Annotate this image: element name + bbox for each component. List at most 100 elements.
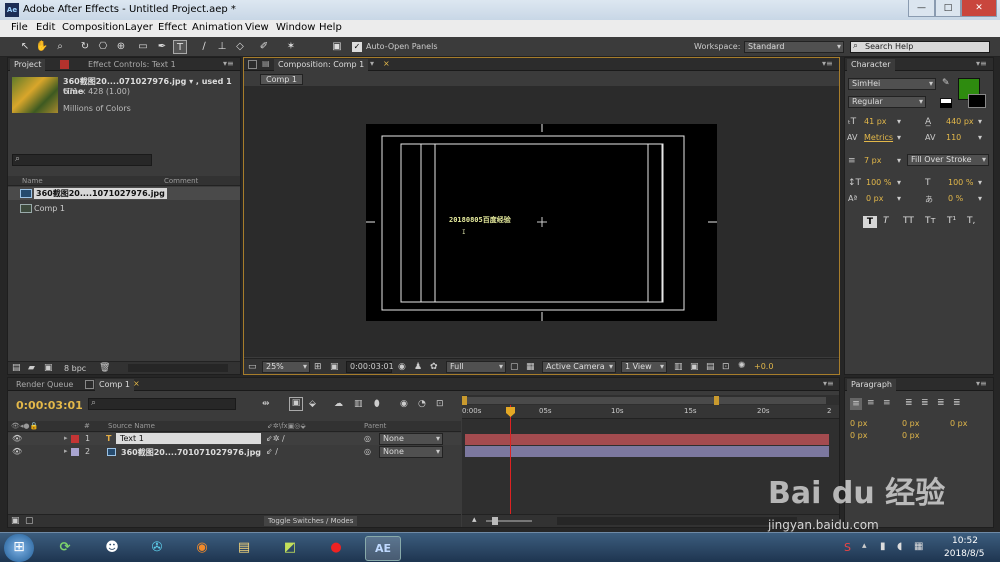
tray-arrow-icon[interactable]: ▴ [862, 541, 867, 551]
record-icon[interactable]: ● [318, 536, 354, 561]
panel-toggle-icon[interactable]: ▣ [330, 40, 344, 54]
parent-pickwhip-icon[interactable]: ◎ [364, 434, 371, 443]
magnification-dropdown[interactable]: 25% [262, 361, 310, 373]
justify-right-icon[interactable]: ≣ [937, 398, 945, 408]
tab-dropdown-icon[interactable]: ▾ [370, 59, 374, 68]
show-snapshot-icon[interactable]: ♟ [414, 362, 422, 372]
visibility-icon[interactable]: 👁 [12, 447, 22, 456]
table-row[interactable]: 👁 ▸ 2 360截图20....701071027976.jpg ⇙ ∕ ◎ … [8, 446, 461, 458]
workspace-dropdown[interactable]: Standard [744, 41, 844, 53]
media-player-icon[interactable]: ✇ [139, 536, 175, 561]
expand-panes-icon[interactable]: ▣ [11, 516, 20, 526]
dropdown-icon[interactable]: ▾ [897, 178, 901, 187]
type-tool-icon[interactable]: T [173, 40, 187, 54]
indent-first-value[interactable]: 0 px [950, 419, 967, 428]
baseline-shift-value[interactable]: 0 px [866, 194, 883, 203]
align-right-icon[interactable]: ≡ [883, 398, 891, 408]
project-search-input[interactable] [12, 154, 152, 166]
camera-tool-icon[interactable]: ⎔ [96, 40, 110, 54]
new-folder-icon[interactable]: ▰ [28, 363, 35, 373]
puppet-tool-icon[interactable]: ✶ [284, 40, 298, 54]
faux-italic-button[interactable]: T [883, 216, 889, 226]
video-editor-icon[interactable]: ◩ [272, 536, 308, 561]
comp-viewer[interactable]: I 20180805百度经验 [244, 86, 839, 357]
layer-bar-text[interactable] [465, 434, 829, 445]
tsume-value[interactable]: 0 % [948, 194, 963, 203]
close-tab-icon[interactable]: × [383, 59, 390, 68]
always-preview-icon[interactable]: ▭ [248, 362, 257, 372]
tray-volume-icon[interactable]: ◖ [897, 541, 902, 552]
all-caps-button[interactable]: TT [903, 216, 914, 226]
space-before-value[interactable]: 0 px [850, 431, 867, 440]
black-swatch[interactable] [940, 103, 952, 108]
tab-comp-timeline[interactable]: Comp 1 [95, 379, 134, 391]
close-tab-icon[interactable]: × [133, 379, 140, 388]
layer-switches[interactable]: ⇙ ∕ [266, 447, 278, 456]
resolution-dropdown[interactable]: Full [446, 361, 506, 373]
faux-bold-button[interactable]: T [863, 216, 877, 228]
expand-arrow-icon[interactable]: ▸ [64, 434, 68, 442]
frame-blending-icon[interactable]: ▥ [354, 399, 363, 409]
menu-view[interactable]: View [245, 22, 269, 33]
align-center-icon[interactable]: ≡ [867, 398, 875, 408]
snapshot-icon[interactable]: ◉ [398, 362, 406, 372]
align-left-icon[interactable]: ≡ [850, 398, 862, 410]
visibility-icon[interactable]: 👁 [12, 434, 22, 443]
graph-editor-icon[interactable]: ⊡ [436, 399, 444, 409]
comp-mini-flowchart-icon[interactable]: ⇹ [262, 399, 270, 409]
list-item[interactable]: Comp 1 [8, 202, 240, 215]
tab-render-queue[interactable]: Render Queue [12, 379, 77, 391]
menu-layer[interactable]: Layer [125, 22, 153, 33]
minimize-button[interactable]: — [908, 0, 935, 17]
tab-effect-controls[interactable]: Effect Controls: Text 1 [84, 59, 180, 71]
column-name[interactable]: Name [22, 177, 43, 185]
parent-dropdown[interactable]: None [379, 446, 443, 458]
column-source-name[interactable]: Source Name [108, 422, 155, 430]
tab-composition[interactable]: Composition: Comp 1 [274, 59, 369, 71]
indent-left-value[interactable]: 0 px [850, 419, 867, 428]
menu-effect[interactable]: Effect [158, 22, 187, 33]
rotate-tool-icon[interactable]: ↻ [78, 40, 92, 54]
font-family-dropdown[interactable]: SimHei [848, 78, 936, 90]
leading-value[interactable]: 440 px [946, 117, 974, 126]
brush-tool-icon[interactable]: ∕ [197, 40, 211, 54]
panel-menu-icon[interactable]: ▾≡ [223, 59, 234, 68]
safe-margins-icon[interactable]: ▣ [330, 362, 339, 372]
menu-edit[interactable]: Edit [36, 22, 55, 33]
label-color[interactable] [71, 448, 79, 456]
timeline-search-input[interactable] [88, 398, 236, 410]
trash-icon[interactable]: 🗑 [99, 363, 110, 373]
superscript-button[interactable]: T¹ [947, 216, 956, 226]
after-effects-taskbar-button[interactable]: AE [365, 536, 401, 561]
comp-text-layer[interactable]: 20180805百度经验 [449, 215, 511, 225]
parent-pickwhip-icon[interactable]: ◎ [364, 447, 371, 456]
comp-breadcrumb[interactable]: Comp 1 [260, 74, 303, 85]
zoom-tool-icon[interactable]: ⌕ [53, 40, 67, 54]
draft-3d-icon[interactable]: ⬙ [309, 399, 316, 409]
horizontal-scrollbar[interactable] [128, 364, 228, 372]
toggle-switches-modes-button[interactable]: Toggle Switches / Modes [264, 516, 358, 526]
dropdown-icon[interactable]: ▾ [897, 156, 901, 165]
live-update-icon[interactable]: ▣ [289, 397, 303, 411]
pen-tool-icon[interactable]: ✒ [155, 40, 169, 54]
clock-date[interactable]: 2018/8/5 [944, 549, 984, 559]
brainstorm-icon[interactable]: ◉ [400, 399, 408, 409]
exposure-icon[interactable]: ✺ [738, 361, 746, 371]
motion-blur-icon[interactable]: ⬮ [374, 399, 380, 409]
menu-file[interactable]: File [11, 22, 28, 33]
tab-project[interactable]: Project [10, 59, 46, 71]
menu-composition[interactable]: Composition [62, 22, 124, 33]
time-ruler[interactable]: 0:00s 05s 10s 15s 20s 2 [462, 405, 839, 419]
indent-right-value[interactable]: 0 px [902, 419, 919, 428]
dropdown-icon[interactable]: ▾ [897, 133, 901, 142]
flowchart-icon[interactable]: ⊡ [722, 362, 730, 372]
color-channels-icon[interactable]: ✿ [430, 362, 438, 372]
tab-paragraph[interactable]: Paragraph [847, 379, 896, 391]
close-button[interactable]: ✕ [961, 0, 997, 17]
eraser-tool-icon[interactable]: ◇ [233, 40, 247, 54]
column-parent[interactable]: Parent [364, 422, 386, 430]
firefox-icon[interactable]: ◉ [184, 536, 220, 561]
dropdown-icon[interactable]: ▾ [978, 133, 982, 142]
stroke-width-value[interactable]: 7 px [864, 156, 881, 165]
maximize-button[interactable]: □ [935, 0, 961, 17]
